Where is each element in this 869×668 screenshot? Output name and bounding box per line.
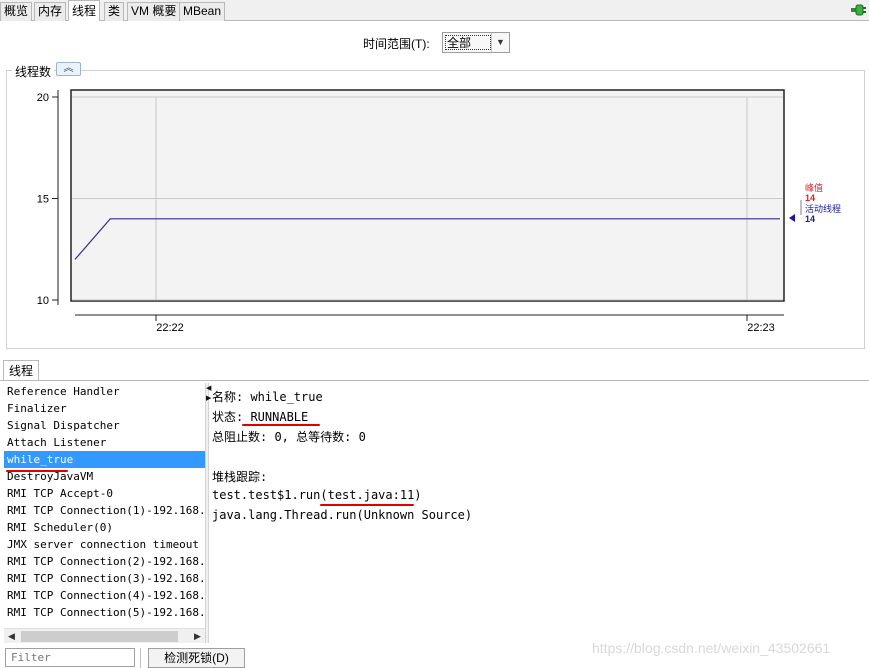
plot-area <box>70 89 785 302</box>
thread-list-item[interactable]: RMI TCP Connection(5)-192.168.176 <box>4 604 205 621</box>
thread-list[interactable]: Reference Handler Finalizer Signal Dispatc… <box>4 383 205 629</box>
thread-name-line: 名称: while_true <box>212 390 323 404</box>
stack-frame: java.lang.Thread.run(Unknown Source) <box>212 508 473 522</box>
thread-list-item[interactable]: RMI TCP Connection(1)-192.168.176 <box>4 502 205 519</box>
threads-subtab[interactable]: 线程 <box>3 360 39 381</box>
annotation-underline <box>6 470 68 472</box>
jconsole-threads-view: 概览 内存 线程 类 VM 概要 MBean 时间范围(T): 全部 ▼ 线程数… <box>0 0 869 668</box>
detect-deadlock-button[interactable]: 检测死锁(D) <box>148 648 245 668</box>
legend-series-value: 14 <box>805 193 815 203</box>
thread-state-line: 状态: RUNNABLE <box>212 410 309 424</box>
thread-list-item[interactable]: Finalizer <box>4 400 205 417</box>
thread-list-item[interactable]: Reference Handler <box>4 383 205 400</box>
y-tick-label: 10 <box>37 295 49 307</box>
subtab-divider <box>0 380 869 381</box>
stack-frame: test.test$1.run(test.java:11) <box>212 488 422 502</box>
y-tick-labels: 20 15 10 <box>37 92 49 307</box>
legend-series-name: 活动线程 <box>805 203 841 214</box>
split-pane-divider[interactable]: ◀ ▶ <box>205 383 211 643</box>
thread-list-item[interactable]: Signal Dispatcher <box>4 417 205 434</box>
x-tick-label: 22:22 <box>156 322 184 334</box>
legend-series-value: 14 <box>805 214 815 224</box>
thread-list-hscrollbar[interactable]: ◀ ▶ <box>4 628 205 643</box>
thread-list-item[interactable]: RMI TCP Connection(2)-192.168.176 <box>4 553 205 570</box>
chart-legend: 峰值14活动线程14 <box>789 182 841 224</box>
thread-list-item[interactable]: Attach Listener <box>4 434 205 451</box>
scroll-right-icon[interactable]: ▶ <box>190 629 205 644</box>
annotation-underline <box>242 424 320 426</box>
thread-list-item[interactable]: JMX server connection timeout 16 <box>4 536 205 553</box>
toolbar-separator <box>140 648 141 668</box>
stack-trace-label: 堆栈跟踪: <box>212 470 268 484</box>
thread-list-item[interactable]: RMI Scheduler(0) <box>4 519 205 536</box>
split-right-arrow-icon[interactable]: ▶ <box>206 395 211 403</box>
annotation-underline <box>320 504 414 506</box>
scroll-thumb[interactable] <box>21 631 178 642</box>
split-left-arrow-icon[interactable]: ◀ <box>206 385 211 393</box>
thread-counts-line: 总阻止数: 0, 总等待数: 0 <box>212 430 366 444</box>
y-tick-label: 20 <box>37 92 49 104</box>
scroll-left-icon[interactable]: ◀ <box>4 629 19 644</box>
thread-list-item[interactable]: RMI TCP Connection(4)-192.168.176 <box>4 587 205 604</box>
thread-list-item[interactable]: RMI TCP Connection(3)-192.168.176 <box>4 570 205 587</box>
x-tick-label: 22:23 <box>747 322 775 334</box>
thread-list-item[interactable]: while_true <box>4 451 205 468</box>
y-tick-label: 15 <box>37 194 49 206</box>
legend-series-name: 峰值 <box>805 182 823 193</box>
filter-input[interactable] <box>5 648 135 667</box>
thread-count-chart: 201510 22:22 22:23 峰值14活动线程14 <box>37 89 841 334</box>
x-tick-labels: 22:22 22:23 <box>156 322 775 334</box>
watermark: https://blog.csdn.net/weixin_43502661 <box>592 640 831 656</box>
thread-list-item[interactable]: RMI TCP Accept-0 <box>4 485 205 502</box>
legend-marker-icon <box>789 214 795 222</box>
